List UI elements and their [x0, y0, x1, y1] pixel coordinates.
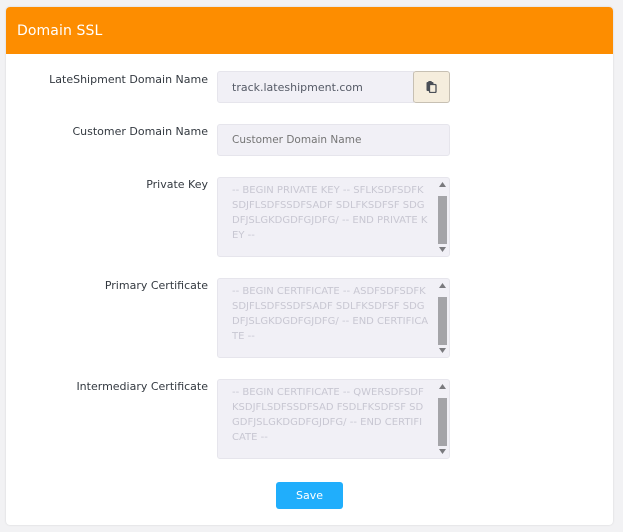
lateshipment-domain-label: LateShipment Domain Name: [49, 73, 208, 86]
intermediary-certificate-label: Intermediary Certificate: [76, 380, 208, 393]
save-button[interactable]: Save: [276, 482, 343, 509]
private-key-textarea[interactable]: -- BEGIN PRIVATE KEY -- SFLKSDFSDFKSDJFL…: [217, 177, 450, 257]
private-key-scrollbar[interactable]: [437, 179, 448, 255]
customer-domain-label: Customer Domain Name: [72, 125, 208, 138]
scrollbar-thumb[interactable]: [438, 196, 447, 244]
lateshipment-domain-field: track.lateshipment.com: [217, 71, 414, 103]
intermediary-certificate-placeholder: -- BEGIN CERTIFICATE -- QWERSDFSDFKSDJFL…: [232, 387, 424, 443]
intermediary-certificate-scrollbar[interactable]: [437, 381, 448, 457]
card-header: Domain SSL: [6, 7, 613, 54]
scroll-up-arrow-icon[interactable]: [437, 280, 448, 291]
customer-domain-input[interactable]: [217, 124, 450, 156]
intermediary-certificate-textarea[interactable]: -- BEGIN CERTIFICATE -- QWERSDFSDFKSDJFL…: [217, 379, 450, 459]
primary-certificate-placeholder: -- BEGIN CERTIFICATE -- ASDFSDFSDFKSDJFL…: [232, 286, 429, 342]
scroll-down-arrow-icon[interactable]: [437, 345, 448, 356]
scroll-up-arrow-icon[interactable]: [437, 179, 448, 190]
scrollbar-thumb[interactable]: [438, 398, 447, 446]
private-key-placeholder: -- BEGIN PRIVATE KEY -- SFLKSDFSDFKSDJFL…: [232, 185, 428, 241]
scroll-up-arrow-icon[interactable]: [437, 381, 448, 392]
copy-domain-button[interactable]: [413, 71, 450, 103]
scroll-down-arrow-icon[interactable]: [437, 446, 448, 457]
private-key-label: Private Key: [146, 178, 208, 191]
primary-certificate-textarea[interactable]: -- BEGIN CERTIFICATE -- ASDFSDFSDFKSDJFL…: [217, 278, 450, 358]
scroll-down-arrow-icon[interactable]: [437, 244, 448, 255]
page-title: Domain SSL: [17, 22, 103, 39]
primary-certificate-label: Primary Certificate: [104, 279, 208, 292]
scrollbar-thumb[interactable]: [438, 297, 447, 345]
domain-ssl-card: Domain SSL LateShipment Domain Name trac…: [6, 7, 613, 525]
primary-certificate-scrollbar[interactable]: [437, 280, 448, 356]
clipboard-icon: [426, 81, 437, 93]
